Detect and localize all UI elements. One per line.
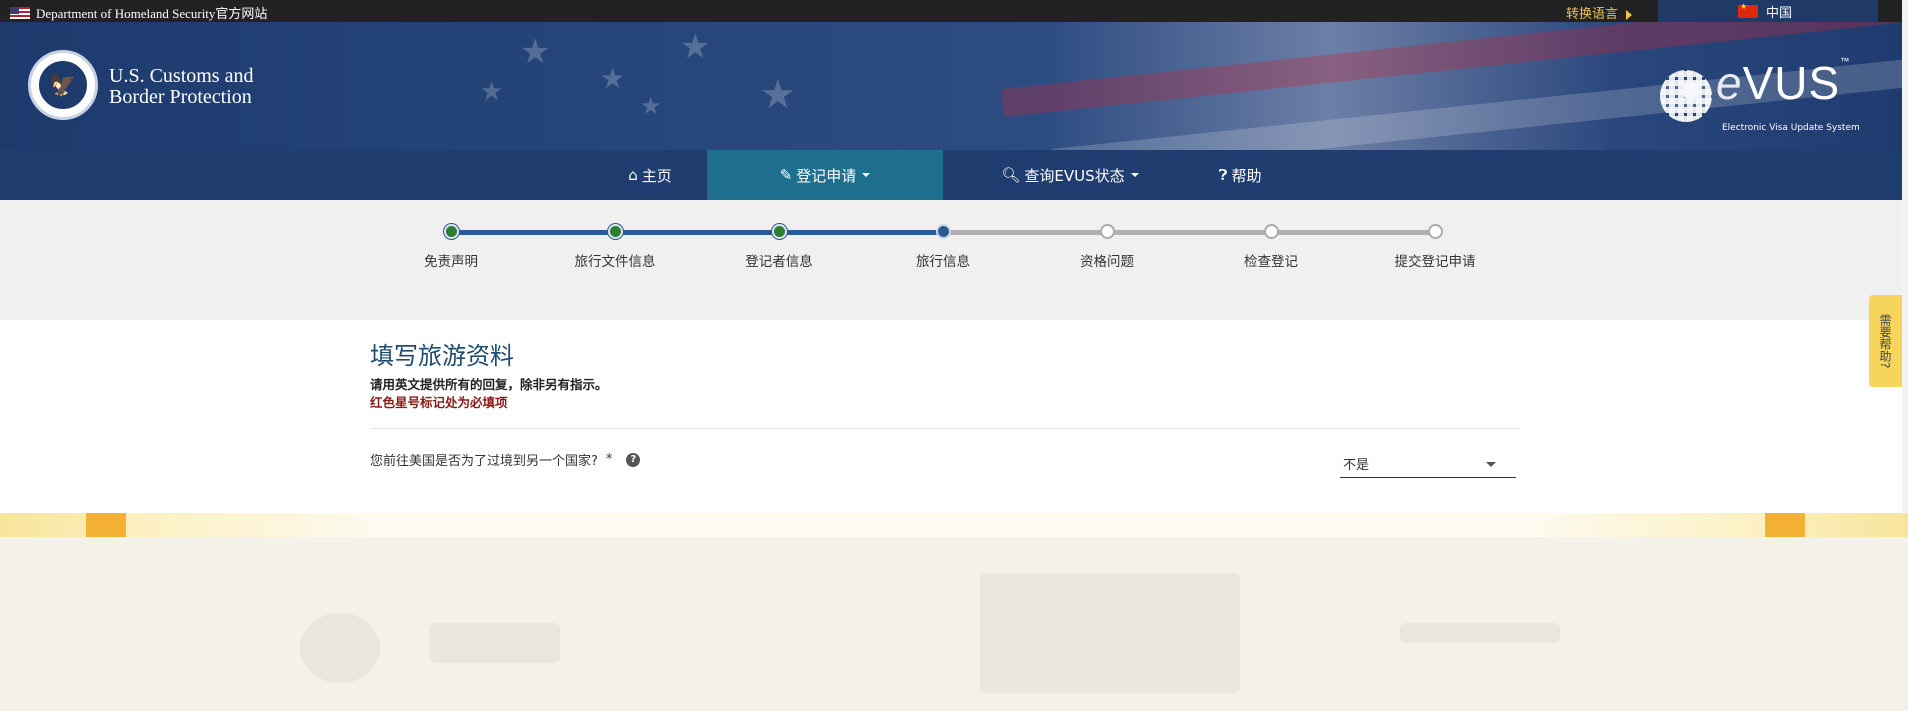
country-selector[interactable]: 中国 bbox=[1658, 0, 1878, 22]
star-decoration-icon: ★ bbox=[760, 72, 796, 118]
step-dot-submit bbox=[1428, 224, 1443, 239]
help-side-tab[interactable]: 需要帮助? bbox=[1869, 295, 1902, 387]
search-icon: 🔍︎ bbox=[1001, 166, 1021, 184]
form-divider bbox=[370, 428, 1520, 429]
step-dot-registrant[interactable] bbox=[772, 224, 787, 239]
step-dot-review bbox=[1264, 224, 1279, 239]
blurred-shape bbox=[300, 613, 380, 683]
form-instruction: 请用英文提供所有的回复，除非另有指示。 bbox=[370, 377, 608, 392]
nav-check-status-label: 查询EVUS状态 bbox=[1024, 166, 1125, 185]
blurred-shape bbox=[430, 623, 560, 663]
chevron-down-icon bbox=[1130, 173, 1139, 177]
language-toggle[interactable]: 转换语言 bbox=[1566, 3, 1632, 22]
progress-tracker: 免责声明 旅行文件信息 登记者信息 旅行信息 资格问题 检查登记 提交登记申请 bbox=[0, 200, 1902, 320]
nav-register[interactable]: ✎ 登记申请 bbox=[707, 150, 943, 200]
dhs-seal-logo[interactable]: 🦅 bbox=[28, 50, 98, 120]
globe-icon bbox=[1660, 70, 1712, 122]
star-decoration-icon: ★ bbox=[680, 27, 711, 67]
nav-help[interactable]: ❓︎ 帮助 bbox=[1200, 150, 1280, 200]
overlay-tab-left bbox=[86, 513, 126, 537]
top-bar: Department of Homeland Security官方网站 转换语言… bbox=[0, 0, 1902, 22]
step-dot-disclaimer[interactable] bbox=[444, 224, 459, 239]
country-label: 中国 bbox=[1766, 5, 1793, 21]
pencil-icon: ✎ bbox=[779, 166, 793, 184]
eagle-icon: 🦅 bbox=[37, 59, 89, 111]
transit-question: 您前往美国是否为了过境到另一个国家? * ? bbox=[370, 450, 641, 469]
step-label-submit: 提交登记申请 bbox=[1394, 254, 1476, 270]
question-circle-icon: ❓︎ bbox=[1218, 166, 1228, 184]
agency-name[interactable]: U.S. Customs and Border Protection bbox=[109, 66, 253, 108]
agency-name-line2: Border Protection bbox=[109, 86, 252, 108]
evus-logo-e: e bbox=[1716, 57, 1743, 109]
site-header: ★ ★ ★ ★ ★ ★ 🦅 U.S. Customs and Border Pr… bbox=[0, 22, 1902, 150]
star-decoration-icon: ★ bbox=[600, 62, 626, 95]
trademark-mark: ™ bbox=[1840, 56, 1851, 66]
us-flag-icon bbox=[10, 6, 30, 19]
home-icon: ⌂ bbox=[628, 166, 638, 184]
question-help-icon[interactable]: ? bbox=[626, 452, 641, 467]
china-flag-icon bbox=[1738, 2, 1758, 18]
dhs-link[interactable]: Department of Homeland Security官方网站 bbox=[10, 3, 267, 22]
step-label-review: 检查登记 bbox=[1244, 254, 1298, 270]
progress-track-complete bbox=[451, 230, 943, 235]
nav-check-status[interactable]: 🔍︎ 查询EVUS状态 bbox=[980, 150, 1160, 200]
step-dot-travel-docs[interactable] bbox=[608, 224, 623, 239]
nav-home-label: 主页 bbox=[641, 166, 672, 185]
transit-answer-select[interactable]: 不是 bbox=[1340, 448, 1516, 478]
overlay-band bbox=[0, 513, 1908, 537]
blurred-shape bbox=[1400, 623, 1560, 643]
agency-name-line1: U.S. Customs and bbox=[109, 65, 254, 87]
evus-logo-text: eVUS™ bbox=[1716, 56, 1850, 110]
transit-question-label: 您前往美国是否为了过境到另一个国家? bbox=[370, 454, 598, 469]
star-decoration-icon: ★ bbox=[480, 77, 504, 107]
step-label-eligibility: 资格问题 bbox=[1080, 254, 1134, 270]
star-decoration-icon: ★ bbox=[640, 92, 662, 120]
overlay-tab-right bbox=[1765, 513, 1805, 537]
step-dot-eligibility bbox=[1100, 224, 1115, 239]
blurred-overlay bbox=[0, 513, 1908, 711]
evus-subtitle: Electronic Visa Update System bbox=[1722, 123, 1860, 133]
progress-track-remaining bbox=[943, 230, 1435, 235]
travel-info-form: 填写旅游资料 请用英文提供所有的回复，除非另有指示。 红色星号标记处为必填项 您… bbox=[0, 320, 1902, 535]
step-label-disclaimer: 免责声明 bbox=[424, 254, 478, 270]
main-nav: ⌂ 主页 ✎ 登记申请 🔍︎ 查询EVUS状态 ❓︎ 帮助 bbox=[0, 150, 1902, 200]
chevron-down-icon bbox=[862, 173, 871, 177]
nav-help-label: 帮助 bbox=[1231, 166, 1262, 185]
form-title: 填写旅游资料 bbox=[370, 342, 514, 370]
help-side-tab-label: 需要帮助? bbox=[1878, 313, 1892, 369]
evus-logo-letters: VUS bbox=[1742, 57, 1841, 109]
step-label-travel-info: 旅行信息 bbox=[916, 254, 970, 270]
step-dot-travel-info[interactable] bbox=[936, 224, 951, 239]
dhs-link-text: Department of Homeland Security官方网站 bbox=[36, 6, 268, 21]
dropdown-arrow-icon bbox=[1486, 462, 1496, 467]
step-label-registrant: 登记者信息 bbox=[745, 254, 813, 270]
nav-home[interactable]: ⌂ 主页 bbox=[600, 150, 700, 200]
required-note: 红色星号标记处为必填项 bbox=[370, 395, 508, 410]
nav-register-label: 登记申请 bbox=[796, 166, 857, 185]
step-label-travel-docs: 旅行文件信息 bbox=[574, 254, 656, 270]
transit-answer-value: 不是 bbox=[1343, 458, 1370, 473]
star-decoration-icon: ★ bbox=[520, 32, 551, 72]
required-asterisk: * bbox=[605, 452, 613, 467]
evus-logo[interactable]: eVUS™ Electronic Visa Update System bbox=[1660, 52, 1870, 142]
blurred-shape bbox=[980, 573, 1240, 693]
